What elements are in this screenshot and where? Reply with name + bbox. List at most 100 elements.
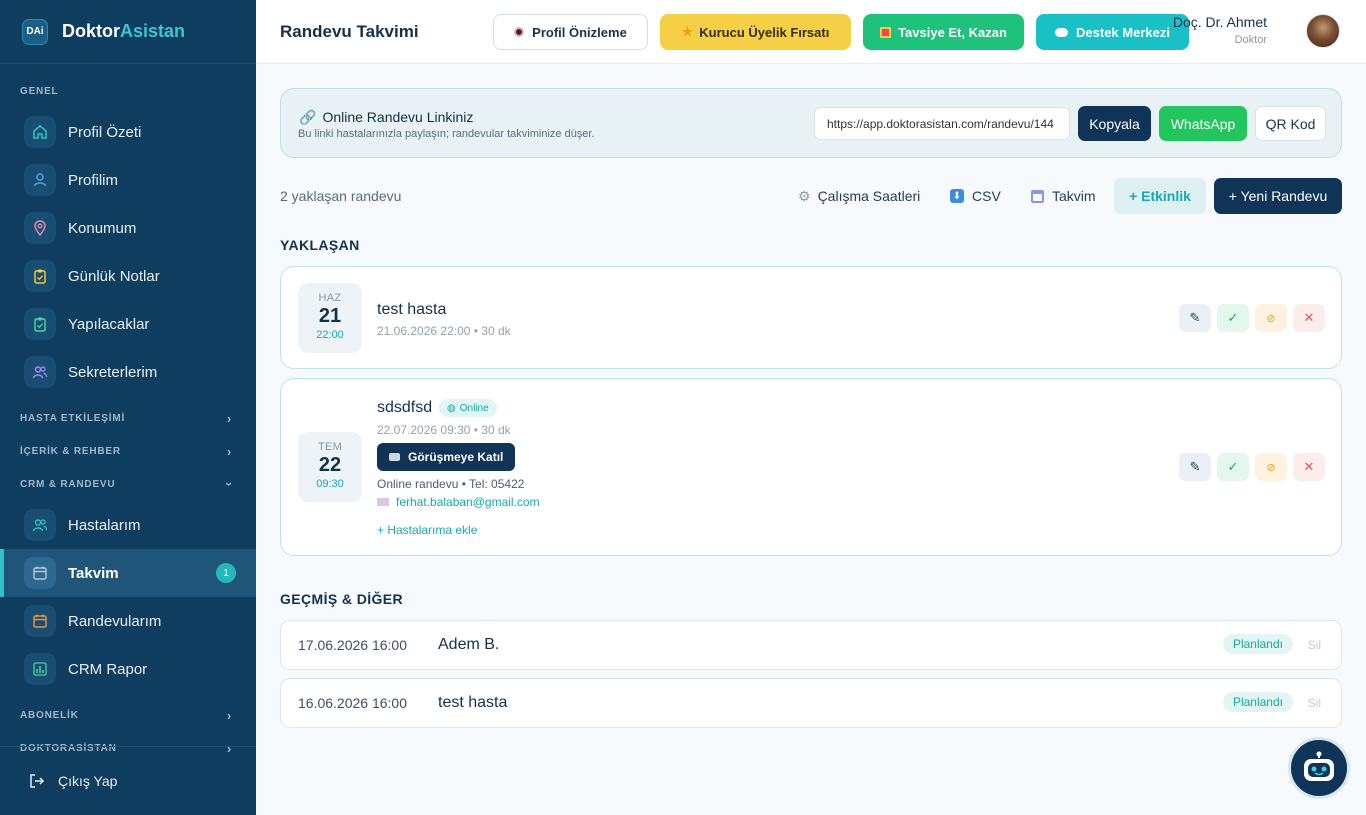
add-event-button[interactable]: + Etkinlik	[1114, 178, 1206, 214]
delete-link[interactable]: Sil	[1308, 696, 1321, 710]
gift-icon	[880, 26, 892, 38]
copy-button[interactable]: Kopyala	[1078, 106, 1151, 141]
appointment-url-field[interactable]: https://app.doktorasistan.com/randevu/14…	[814, 107, 1070, 140]
logout-icon	[30, 774, 45, 788]
founder-membership-button[interactable]: ★ Kurucu Üyelik Fırsatı	[660, 14, 851, 50]
csv-export-button[interactable]: ⬇ CSV	[950, 178, 1001, 214]
sidebar: DAi DoktorAsistan GENEL Profil Özeti Pro…	[0, 0, 256, 815]
sidebar-item-takvim[interactable]: Takvim 1	[0, 549, 256, 597]
checklist-icon	[24, 308, 56, 340]
sidebar-item-label: Randevularım	[68, 612, 162, 630]
check-icon[interactable]: ✓	[1217, 453, 1249, 481]
page-title: Randevu Takvimi	[280, 21, 419, 41]
appointment-actions: ✎ ✓ ⊘ ✕	[1179, 453, 1325, 481]
status-badge: Planlandı	[1222, 634, 1293, 654]
calendar-view-button[interactable]: Takvim	[1031, 178, 1096, 214]
brand-logo: DAi	[22, 18, 48, 45]
sidebar-item-profilim[interactable]: Profilim	[0, 156, 256, 204]
delete-icon[interactable]: ✕	[1293, 453, 1325, 481]
section-icerik-rehber[interactable]: İÇERİK & REHBER ›	[0, 435, 256, 468]
calendar-icon	[1031, 189, 1044, 203]
edit-icon[interactable]: ✎	[1179, 453, 1211, 481]
appointment-meta: 21.06.2026 22:00 • 30 dk	[377, 324, 511, 338]
date-box: TEM 22 09:30	[298, 432, 362, 502]
appointment-card[interactable]: HAZ 21 22:00 test hasta 21.06.2026 22:00…	[280, 266, 1342, 369]
gear-icon: ⚙	[798, 187, 811, 204]
robot-icon	[1304, 751, 1334, 781]
delete-link[interactable]: Sil	[1308, 638, 1321, 652]
sidebar-item-label: Günlük Notlar	[68, 267, 160, 285]
appointment-card[interactable]: TEM 22 09:30 sdsdfsd ◍ Online 22.07.2026 …	[280, 378, 1342, 556]
brand[interactable]: DAi DoktorAsistan	[0, 0, 256, 64]
chevron-down-icon: ›	[221, 481, 237, 488]
user-name: Doç. Dr. Ahmet	[1172, 14, 1267, 30]
sidebar-item-randevularim[interactable]: Randevularım	[0, 597, 256, 645]
avatar[interactable]	[1306, 14, 1340, 48]
cancel-icon[interactable]: ⊘	[1255, 304, 1287, 332]
sidebar-item-label: Takvim	[68, 564, 119, 582]
user-icon	[24, 164, 56, 196]
top-bar: Randevu Takvimi Profil Önizleme ★ Kurucu…	[256, 0, 1366, 64]
check-icon[interactable]: ✓	[1217, 304, 1249, 332]
chat-bubble-icon	[1055, 27, 1069, 37]
qr-code-button[interactable]: QR Kod	[1255, 106, 1326, 141]
sidebar-item-label: Hastalarım	[68, 516, 141, 534]
section-genel: GENEL	[20, 86, 59, 97]
online-badge: ◍ Online	[439, 399, 497, 417]
location-pin-icon	[24, 212, 56, 244]
support-center-button[interactable]: Destek Merkezi	[1036, 14, 1189, 50]
whatsapp-button[interactable]: WhatsApp	[1159, 106, 1247, 141]
clipboard-icon	[24, 260, 56, 292]
logout-button[interactable]: Çıkış Yap	[0, 746, 256, 815]
sidebar-item-konumum[interactable]: Konumum	[0, 204, 256, 252]
sidebar-item-yapilacaklar[interactable]: Yapılacaklar	[0, 300, 256, 348]
history-row[interactable]: 17.06.2026 16:00 Adem B. Planlandı Sil	[280, 620, 1342, 670]
history-row[interactable]: 16.06.2026 16:00 test hasta Planlandı Si…	[280, 678, 1342, 728]
history-datetime: 16.06.2026 16:00	[298, 695, 407, 711]
sidebar-item-label: CRM Rapor	[68, 660, 148, 678]
new-appointment-button[interactable]: + Yeni Randevu	[1214, 178, 1342, 214]
home-icon	[24, 116, 56, 148]
download-icon: ⬇	[950, 189, 964, 203]
bar-chart-icon	[24, 653, 56, 685]
sidebar-item-label: Profilim	[68, 171, 119, 189]
status-badge: Planlandı	[1222, 692, 1293, 712]
add-to-patients-link[interactable]: + Hastalarıma ekle	[377, 523, 477, 537]
delete-icon[interactable]: ✕	[1293, 304, 1325, 332]
chevron-right-icon: ›	[226, 708, 232, 723]
working-hours-button[interactable]: ⚙ Çalışma Saatleri	[798, 178, 920, 214]
patient-name: sdsdfsd	[377, 399, 433, 416]
video-camera-icon	[389, 453, 400, 461]
chevron-right-icon: ›	[226, 411, 232, 426]
envelope-icon	[377, 498, 389, 506]
patient-name: test hasta	[377, 301, 447, 318]
cancel-icon[interactable]: ⊘	[1255, 453, 1287, 481]
history-datetime: 17.06.2026 16:00	[298, 637, 407, 653]
appointments-toolbar: 2 yaklaşan randevu ⚙ Çalışma Saatleri ⬇ CS…	[280, 178, 1342, 214]
patient-email[interactable]: ferhat.balaban@gmail.com	[377, 495, 540, 509]
link-card-title: 🔗 Online Randevu Linkiniz	[299, 109, 474, 125]
history-patient-name: test hasta	[438, 694, 508, 711]
section-crm-randevu[interactable]: CRM & RANDEVU ›	[0, 468, 256, 501]
chevron-right-icon: ›	[226, 444, 232, 459]
sidebar-item-sekreterlerim[interactable]: Sekreterlerim	[0, 348, 256, 396]
assistant-bot-button[interactable]	[1288, 737, 1350, 799]
sidebar-item-gunluk-notlar[interactable]: Günlük Notlar	[0, 252, 256, 300]
history-patient-name: Adem B.	[438, 636, 500, 653]
edit-icon[interactable]: ✎	[1179, 304, 1211, 332]
sidebar-item-crm-rapor[interactable]: CRM Rapor	[0, 645, 256, 693]
date-box: HAZ 21 22:00	[298, 283, 362, 353]
section-abonelik[interactable]: ABONELİK ›	[0, 699, 256, 732]
join-meeting-button[interactable]: Görüşmeye Katıl	[377, 443, 516, 471]
link-card-subtitle: Bu linki hastalarınızla paylaşın; randev…	[298, 128, 595, 140]
history-title: GEÇMİŞ & DİĞER	[280, 591, 404, 607]
sidebar-item-label: Yapılacaklar	[68, 315, 150, 333]
sidebar-item-hastalarim[interactable]: Hastalarım	[0, 501, 256, 549]
profile-preview-button[interactable]: Profil Önizleme	[493, 14, 648, 50]
appointment-note: Online randevu • Tel: 05422	[377, 477, 525, 491]
refer-earn-button[interactable]: Tavsiye Et, Kazan	[863, 14, 1024, 50]
section-hasta-etkilesimi[interactable]: HASTA ETKİLEŞİMİ ›	[0, 402, 256, 435]
globe-icon: ◍	[447, 402, 456, 414]
eye-icon	[514, 27, 525, 37]
sidebar-item-profil-ozeti[interactable]: Profil Özeti	[0, 108, 256, 156]
